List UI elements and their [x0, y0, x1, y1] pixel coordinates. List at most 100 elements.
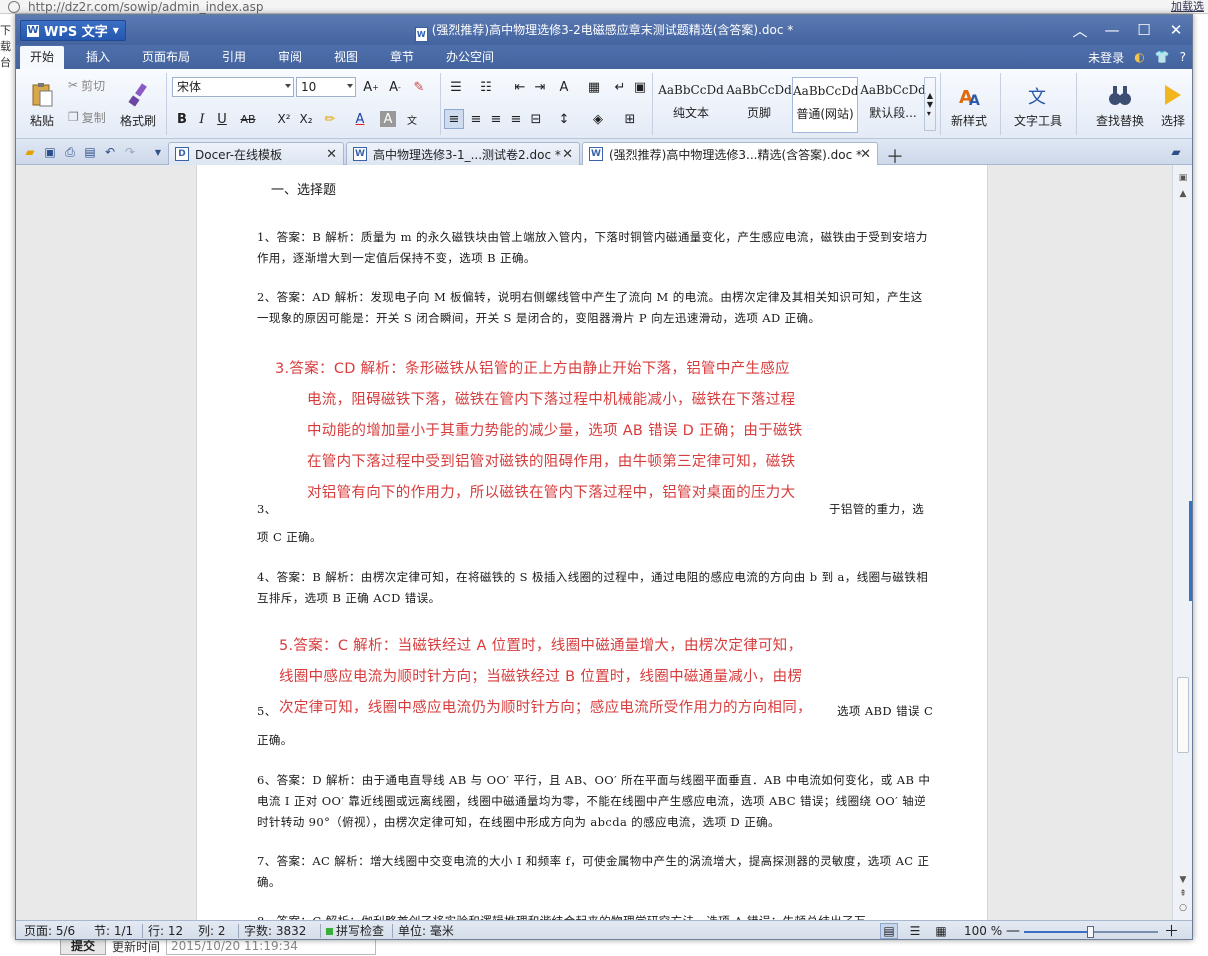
superscript-icon[interactable]: X² — [274, 109, 294, 129]
menu-tab-page-layout[interactable]: 页面布局 — [132, 45, 200, 69]
zoom-level[interactable]: 100 % — [964, 921, 1002, 939]
menu-tab-chapter[interactable]: 章节 — [380, 45, 424, 69]
skin-icon[interactable]: ◐ — [1134, 50, 1144, 64]
copy-button[interactable]: ❐ 复制 — [68, 107, 106, 127]
style-default-paragraph[interactable]: AaBbCcDd 默认段... — [860, 77, 926, 133]
italic-icon[interactable]: I — [192, 109, 212, 129]
zoom-slider[interactable] — [1024, 926, 1158, 938]
open-folder-icon[interactable]: ▰ — [22, 144, 38, 160]
login-status[interactable]: 未登录 — [1088, 49, 1124, 66]
close-icon[interactable]: ✕ — [860, 147, 871, 162]
select-browse-object-icon[interactable]: ○ — [1176, 901, 1190, 915]
collapse-ribbon-icon[interactable]: ︿ — [1064, 15, 1096, 45]
close-button[interactable]: ✕ — [1160, 15, 1192, 45]
close-icon[interactable]: ✕ — [562, 147, 573, 162]
tab-doc-3-1[interactable]: W 高中物理选修3-1_...测试卷2.doc * ✕ — [346, 142, 580, 165]
underline-icon[interactable]: U — [212, 109, 232, 129]
zoom-out-icon[interactable]: — — [1006, 921, 1020, 939]
minimize-button[interactable]: — — [1096, 15, 1128, 45]
bold-icon[interactable]: B — [172, 109, 192, 129]
increase-indent-icon[interactable]: ⇥ — [530, 77, 550, 97]
chevron-down-icon — [347, 84, 353, 88]
menu-tab-view[interactable]: 视图 — [324, 45, 368, 69]
print-icon[interactable]: ⎙ — [62, 144, 78, 160]
tab-docer[interactable]: D Docer-在线模板 ✕ — [168, 142, 344, 165]
close-icon[interactable]: ✕ — [326, 147, 337, 162]
zoom-slider-thumb[interactable] — [1087, 926, 1094, 938]
split-view-icon[interactable]: ▣ — [1176, 171, 1190, 185]
menu-tab-review[interactable]: 审阅 — [268, 45, 312, 69]
find-replace-button[interactable]: 查找替换 — [1084, 75, 1156, 135]
text-direction-icon[interactable]: A — [554, 77, 574, 97]
app-menu-button[interactable]: W WPS 文字 ▼ — [20, 20, 126, 41]
menu-tab-start[interactable]: 开始 — [20, 46, 65, 69]
print-preview-icon[interactable]: ▤ — [82, 144, 98, 160]
format-painter-button[interactable]: 格式刷 — [118, 75, 158, 135]
font-name-select[interactable]: 宋体 — [172, 77, 294, 97]
status-page[interactable]: 页面: 5/6 — [24, 921, 75, 939]
shirt-icon[interactable]: 👕 — [1155, 50, 1170, 64]
line-spacing-icon[interactable]: ↕ — [554, 109, 574, 129]
zoom-in-icon[interactable]: ＋ — [1164, 921, 1179, 939]
tab-doc-3-2[interactable]: W (强烈推荐)高中物理选修3...精选(含答案).doc * ✕ — [582, 142, 878, 165]
font-color-icon[interactable]: A — [350, 109, 370, 129]
numbered-list-icon[interactable]: ☷ — [476, 77, 496, 97]
align-center-icon[interactable]: ≡ — [466, 109, 486, 129]
menu-tab-office-space[interactable]: 办公空间 — [436, 45, 504, 69]
borders-icon[interactable]: ⊞ — [620, 109, 640, 129]
style-gallery-scroll[interactable]: ▲ ▼ ▾ — [924, 77, 936, 131]
paste-button[interactable]: 粘贴 — [20, 75, 64, 135]
maximize-button[interactable]: ☐ — [1128, 15, 1160, 45]
distribute-icon[interactable]: ⊟ — [526, 109, 546, 129]
tab-list-icon[interactable]: ▰ — [1168, 144, 1184, 160]
style-footer[interactable]: AaBbCcDd 页脚 — [726, 77, 792, 133]
spell-check-toggle[interactable]: 拼写检查 — [326, 921, 384, 939]
strikethrough-icon[interactable]: AB — [238, 109, 258, 129]
scroll-up-icon[interactable]: ▲ — [1176, 187, 1190, 201]
redo-icon[interactable]: ↷ — [122, 144, 138, 160]
decrease-indent-icon[interactable]: ⇤ — [510, 77, 530, 97]
show-marks-icon[interactable]: ↵ — [610, 77, 630, 97]
cut-button[interactable]: ✂ 剪切 — [68, 75, 105, 95]
shading-icon[interactable]: ◈ — [588, 109, 608, 129]
document-page[interactable]: 一、选择题 1、答案：B 解析：质量为 m 的永久磁铁块由管上端放入管内，下落时… — [196, 165, 988, 920]
char-shading-icon[interactable]: A — [380, 111, 396, 127]
status-unit[interactable]: 单位: 毫米 — [398, 921, 454, 939]
justify-icon[interactable]: ≡ — [506, 109, 526, 129]
font-size-select[interactable]: 10 — [296, 77, 356, 97]
help-icon[interactable]: ? — [1180, 50, 1186, 64]
table-icon[interactable]: ▦ — [584, 77, 604, 97]
window-controls: ︿ — ☐ ✕ — [1064, 15, 1192, 45]
grid-lines-icon[interactable]: ▣ — [630, 77, 650, 97]
shrink-font-icon[interactable]: A- — [385, 77, 405, 97]
customize-toolbar-icon[interactable]: ▼ — [150, 144, 166, 160]
align-right-icon[interactable]: ≡ — [486, 109, 506, 129]
menu-tab-insert[interactable]: 插入 — [76, 45, 120, 69]
scroll-down-icon[interactable]: ▼ — [1176, 873, 1190, 887]
status-word-count[interactable]: 字数: 3832 — [244, 921, 306, 939]
highlight-icon[interactable]: ✏ — [320, 109, 340, 129]
select-button[interactable]: 选择 — [1156, 75, 1190, 135]
menu-tab-reference[interactable]: 引用 — [212, 45, 256, 69]
align-left-icon[interactable]: ≡ — [444, 109, 464, 129]
side-panel-toggle[interactable] — [1189, 501, 1192, 601]
background-right-link[interactable]: 加载选 — [1171, 0, 1204, 14]
outline-view-icon[interactable]: ☰ — [906, 921, 924, 939]
style-plain-text[interactable]: AaBbCcDd 纯文本 — [658, 77, 724, 133]
subscript-icon[interactable]: X₂ — [296, 109, 316, 129]
scrollbar-thumb[interactable] — [1177, 677, 1189, 753]
page-view-icon[interactable]: ▤ — [880, 923, 898, 939]
clear-format-icon[interactable]: ✎ — [409, 77, 429, 97]
phonetic-guide-icon[interactable]: 文 — [402, 109, 422, 129]
text-tools-button[interactable]: 文 文字工具 — [1006, 75, 1070, 135]
new-style-button[interactable]: AA 新样式 — [942, 75, 996, 135]
grow-font-icon[interactable]: A + — [361, 77, 381, 97]
prev-page-icon[interactable]: ⇞ — [1176, 887, 1190, 901]
web-view-icon[interactable]: ▦ — [932, 921, 950, 939]
wps-logo-icon: W — [27, 24, 39, 37]
style-normal-web[interactable]: AaBbCcDd 普通(网站) — [792, 77, 858, 133]
save-icon[interactable]: ▣ — [42, 144, 58, 160]
bullet-list-icon[interactable]: ☰ — [446, 77, 466, 97]
undo-icon[interactable]: ↶ — [102, 144, 118, 160]
select-label: 选择 — [1160, 114, 1185, 128]
